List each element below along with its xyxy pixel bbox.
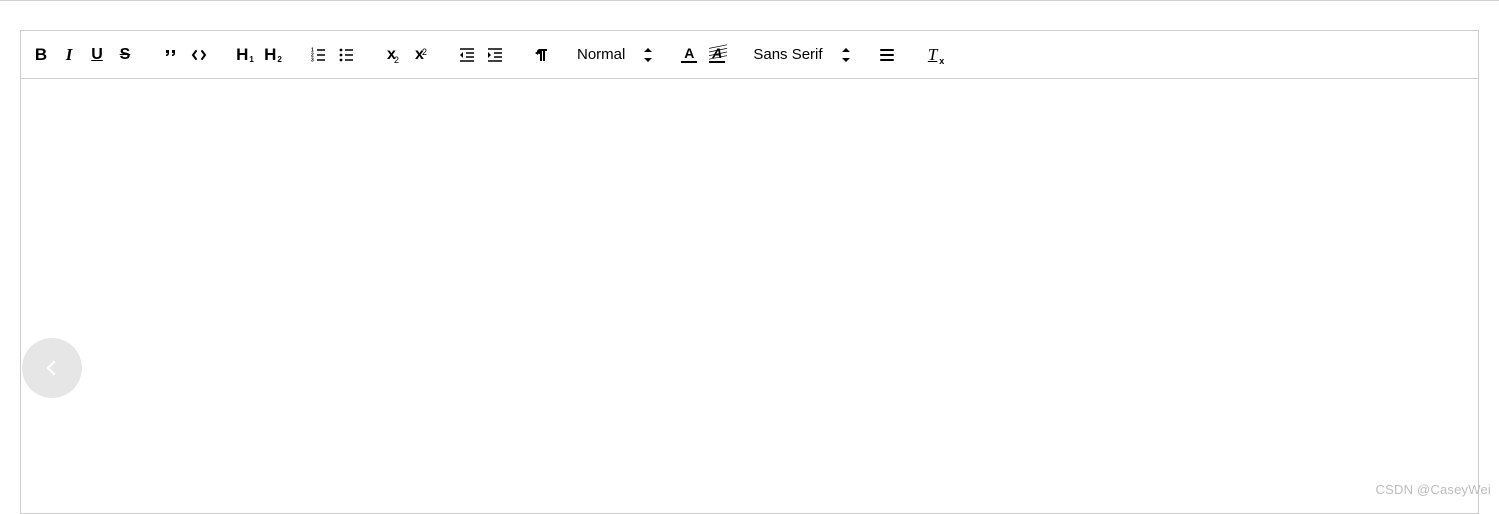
header-2-icon: H2 [264, 45, 282, 65]
page-top-divider [0, 0, 1499, 1]
text-color-button[interactable]: A [675, 41, 703, 69]
group-font: Sans Serif [749, 41, 854, 69]
size-picker-label: Normal [577, 46, 625, 63]
align-button[interactable] [873, 41, 901, 69]
prev-nav-button[interactable] [22, 338, 82, 398]
editor-toolbar: B I U S [21, 31, 1478, 79]
font-picker-label: Sans Serif [753, 46, 822, 63]
header-2-button[interactable]: H2 [259, 41, 287, 69]
underline-icon: U [91, 46, 103, 64]
indent-button[interactable] [481, 41, 509, 69]
subscript-button[interactable]: x2 [379, 41, 407, 69]
strike-icon: S [120, 46, 131, 64]
group-script: x2 x2 [379, 41, 435, 69]
blockquote-icon [162, 46, 180, 64]
outdent-button[interactable] [453, 41, 481, 69]
align-icon [878, 46, 896, 64]
group-align [873, 41, 901, 69]
text-color-icon: A [681, 46, 697, 63]
group-block [157, 41, 213, 69]
group-clean: Tx [919, 41, 947, 69]
clear-format-icon: Tx [928, 45, 937, 65]
bold-icon: B [35, 45, 47, 65]
indent-icon [486, 46, 504, 64]
code-icon [190, 46, 208, 64]
header-1-icon: H1 [236, 45, 254, 65]
italic-button[interactable]: I [55, 41, 83, 69]
strike-button[interactable]: S [111, 41, 139, 69]
subscript-icon: x2 [387, 46, 399, 64]
bold-button[interactable]: B [27, 41, 55, 69]
superscript-icon: x2 [415, 46, 427, 64]
background-color-button[interactable]: A [703, 41, 731, 69]
font-picker[interactable]: Sans Serif [749, 41, 854, 69]
svg-text:3: 3 [311, 57, 314, 63]
group-lists: 1 2 3 [305, 41, 361, 69]
group-color: A A [675, 41, 731, 69]
rich-text-editor: B I U S [20, 30, 1479, 514]
group-indent [453, 41, 509, 69]
ordered-list-icon: 1 2 3 [310, 46, 328, 64]
bullet-list-icon [338, 46, 356, 64]
ordered-list-button[interactable]: 1 2 3 [305, 41, 333, 69]
editor-content-area[interactable] [21, 79, 1478, 513]
outdent-icon [458, 46, 476, 64]
direction-icon [532, 46, 550, 64]
size-picker[interactable]: Normal [573, 41, 657, 69]
watermark-text: CSDN @CaseyWei [1376, 482, 1491, 497]
text-direction-button[interactable] [527, 41, 555, 69]
italic-icon: I [66, 45, 73, 65]
header-1-button[interactable]: H1 [231, 41, 259, 69]
dropdown-arrows-icon [841, 48, 851, 62]
code-block-button[interactable] [185, 41, 213, 69]
group-size: Normal [573, 41, 657, 69]
blockquote-button[interactable] [157, 41, 185, 69]
background-color-icon: A [709, 46, 725, 63]
underline-button[interactable]: U [83, 41, 111, 69]
group-headers: H1 H2 [231, 41, 287, 69]
chevron-left-icon [42, 358, 62, 378]
group-inline-style: B I U S [27, 41, 139, 69]
dropdown-arrows-icon [643, 48, 653, 62]
superscript-button[interactable]: x2 [407, 41, 435, 69]
clear-format-button[interactable]: Tx [919, 41, 947, 69]
bullet-list-button[interactable] [333, 41, 361, 69]
group-direction [527, 41, 555, 69]
